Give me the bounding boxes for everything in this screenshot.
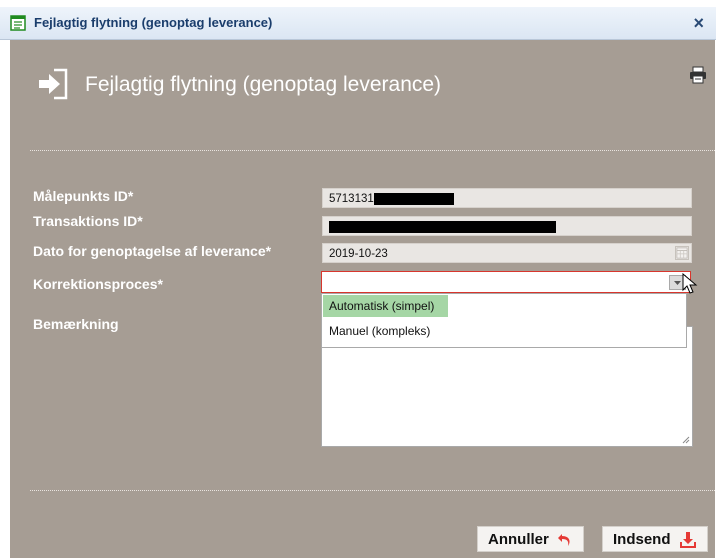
korrektion-label: Korrektionsproces* (33, 276, 163, 292)
title-bar: Fejlagtig flytning (genoptag leverance) … (0, 7, 716, 40)
submit-button-label: Indsend (613, 531, 671, 548)
transaktion-field[interactable] (322, 216, 692, 236)
redacted-block (373, 193, 454, 205)
page-title: Fejlagtig flytning (genoptag leverance) (85, 73, 442, 96)
korrektion-dropdown-list: Automatisk (simpel) Manuel (kompleks) (321, 293, 687, 348)
mouse-cursor-icon (682, 273, 698, 294)
move-in-icon (39, 68, 68, 100)
dato-value: 2019-10-23 (329, 248, 388, 260)
malepunkt-value: 5713131 (329, 193, 374, 206)
bemaerkning-label: Bemærkning (33, 316, 119, 332)
cancel-button[interactable]: Annuller (477, 526, 585, 552)
dialog-body: Fejlagtig flytning (genoptag leverance) … (10, 40, 715, 558)
submit-button[interactable]: Indsend (602, 526, 708, 552)
download-icon (679, 532, 696, 549)
redacted-block (329, 221, 556, 233)
divider (30, 490, 715, 491)
dato-field[interactable]: 2019-10-23 (322, 243, 692, 263)
undo-arrow-icon (558, 534, 570, 547)
resize-handle-icon[interactable] (682, 436, 690, 444)
calendar-icon[interactable] (675, 246, 689, 260)
divider (30, 150, 715, 151)
malepunkt-field[interactable]: 5713131 (322, 188, 692, 208)
option-automatisk[interactable]: Automatisk (simpel) (323, 295, 448, 317)
printer-icon[interactable] (689, 66, 707, 84)
korrektion-select[interactable] (321, 271, 691, 293)
dialog-window: Fejlagtig flytning (genoptag leverance) … (0, 0, 716, 558)
close-icon[interactable]: × (693, 13, 704, 34)
window-title: Fejlagtig flytning (genoptag leverance) (34, 15, 273, 30)
form-icon (10, 15, 26, 31)
transaktion-label: Transaktions ID* (33, 213, 143, 229)
dato-label: Dato for genoptagelse af leverance* (33, 243, 272, 259)
cancel-button-label: Annuller (488, 531, 549, 548)
option-manuel[interactable]: Manuel (kompleks) (323, 320, 685, 342)
malepunkt-label: Målepunkts ID* (33, 188, 134, 204)
